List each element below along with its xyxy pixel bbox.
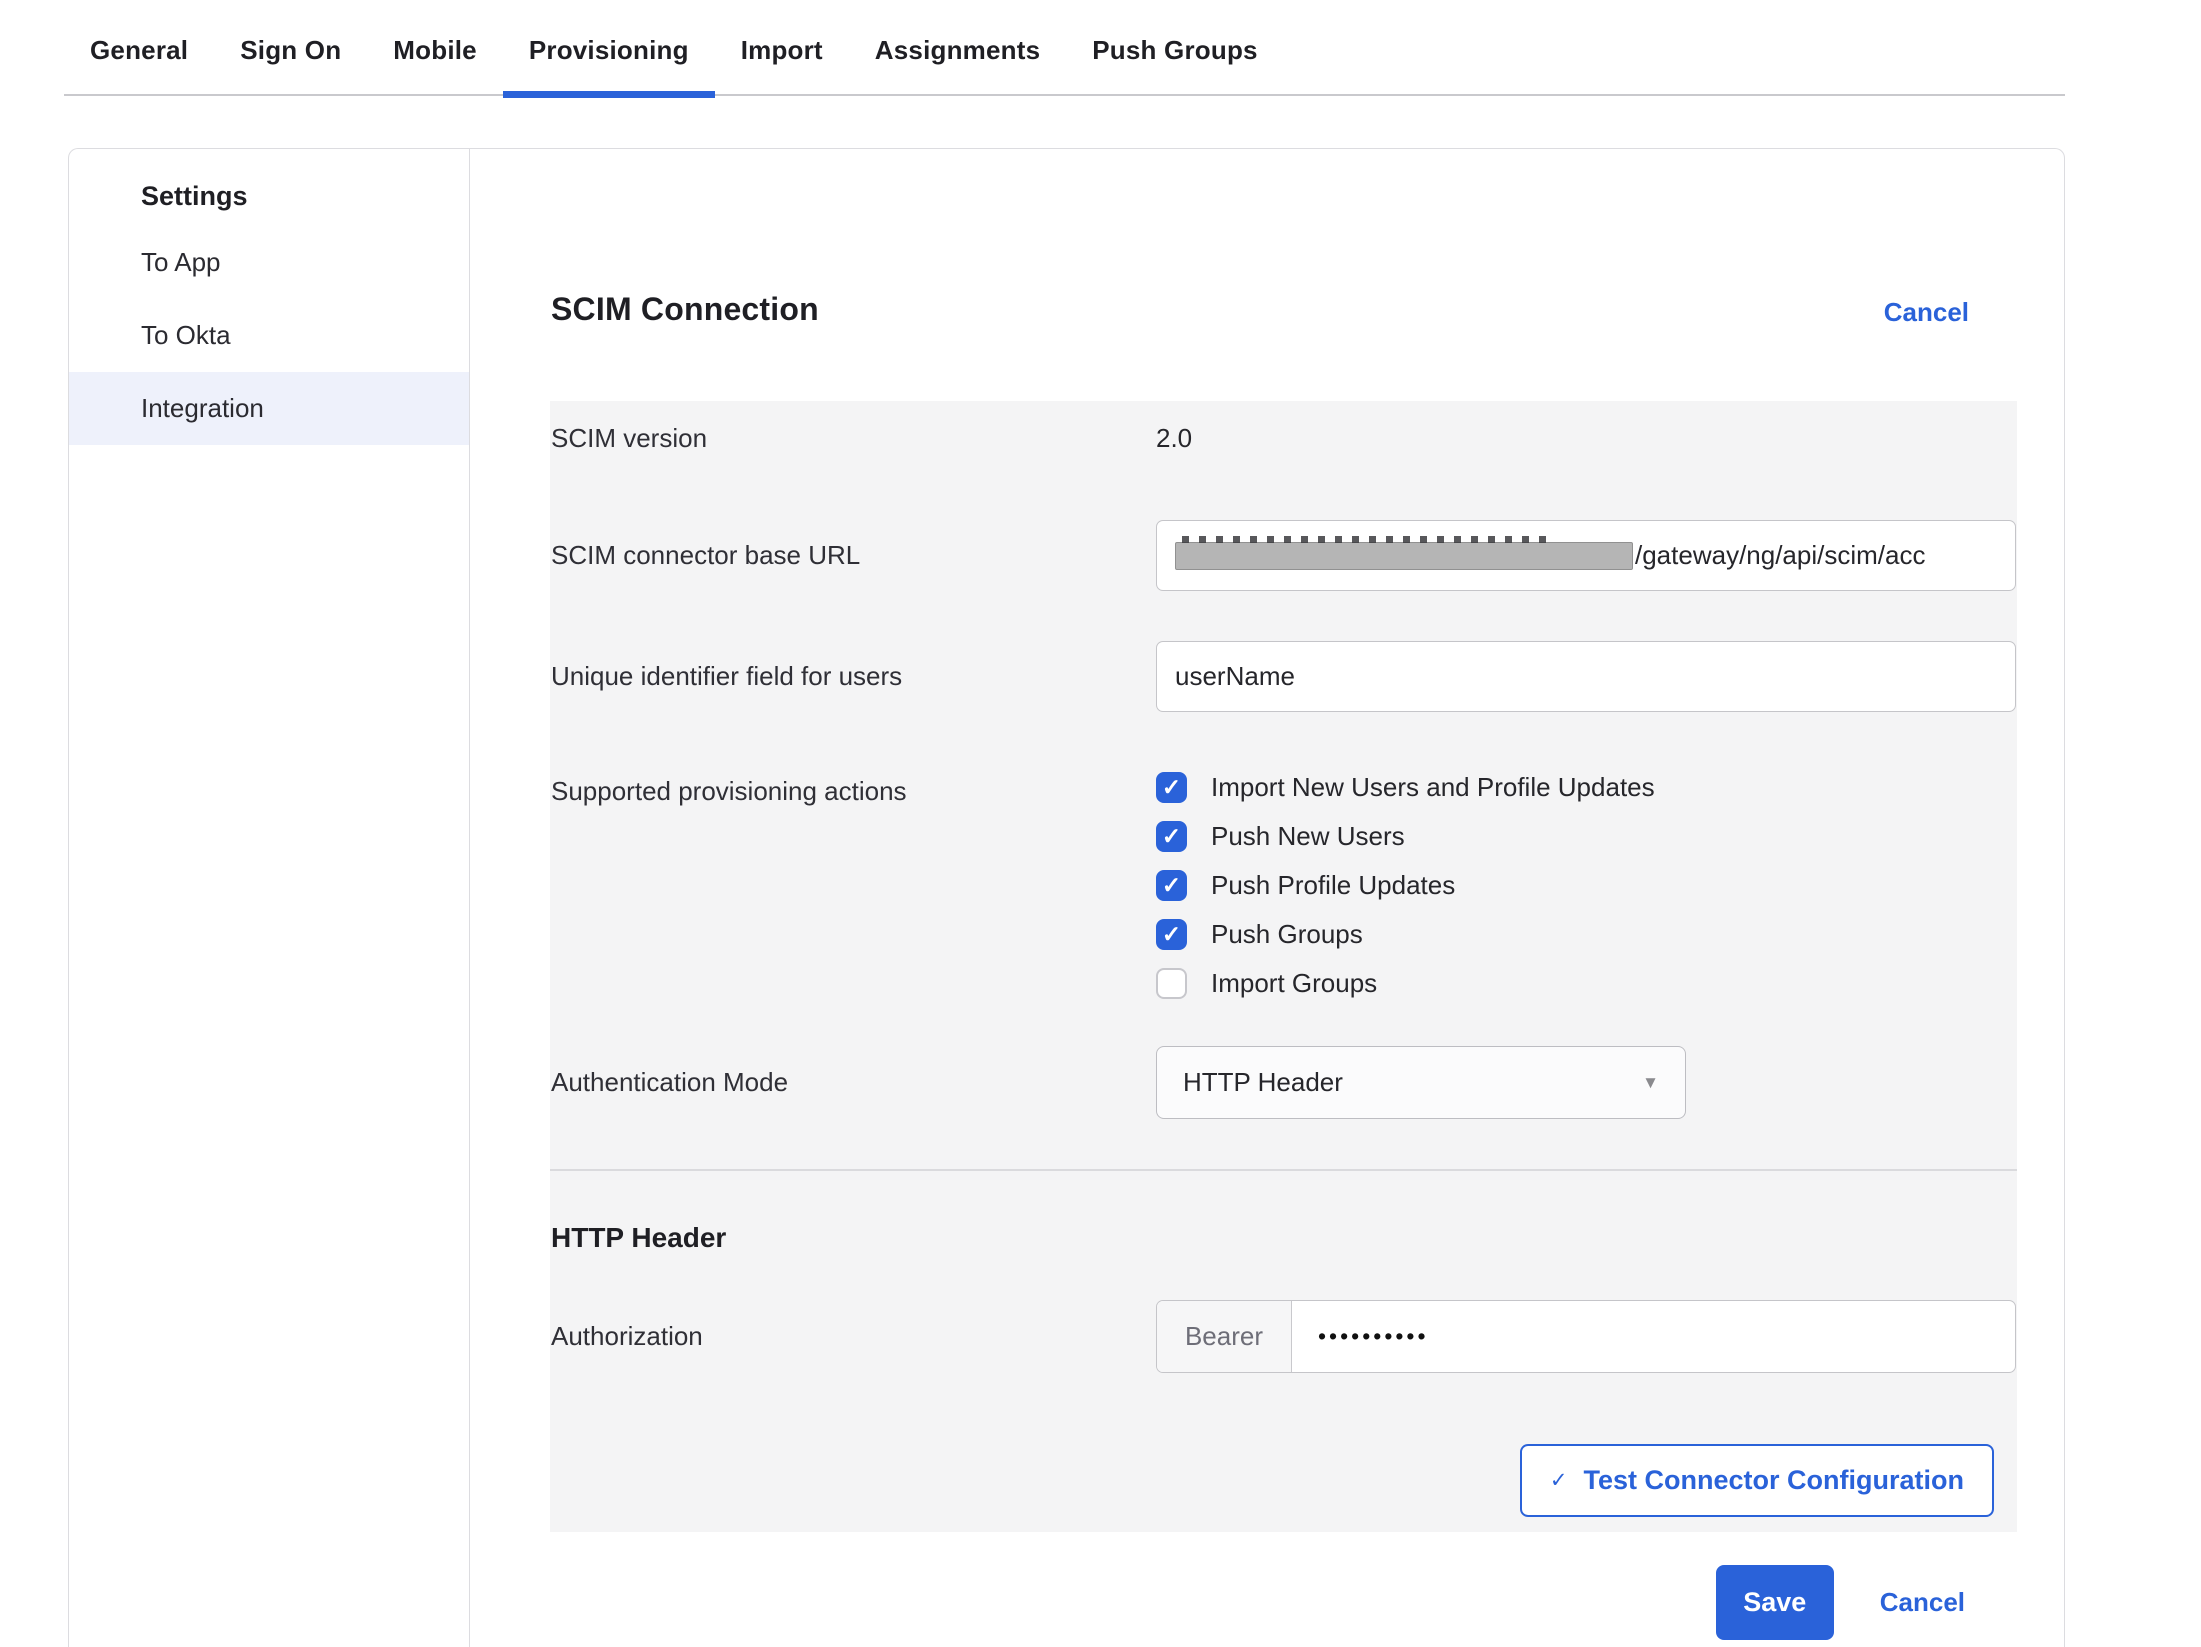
sidebar-title: Settings [69, 181, 469, 226]
checkbox-icon: ✓ [1156, 772, 1187, 803]
sidebar-item-integration[interactable]: Integration [69, 372, 469, 445]
unique-id-label: Unique identifier field for users [550, 661, 1156, 692]
bearer-prefix: Bearer [1157, 1301, 1292, 1372]
test-connector-configuration-button[interactable]: ✓ Test Connector Configuration [1520, 1444, 1994, 1517]
app-tab-bar: General Sign On Mobile Provisioning Impo… [64, 0, 2065, 96]
checkbox-icon: ✓ [1156, 870, 1187, 901]
provisioning-actions-row: Supported provisioning actions ✓ Import … [550, 772, 2017, 999]
checkbox-label: Import New Users and Profile Updates [1211, 772, 1655, 803]
auth-mode-label: Authentication Mode [550, 1067, 1156, 1098]
tab-push-groups[interactable]: Push Groups [1066, 35, 1283, 94]
checkbox-icon: ✓ [1156, 919, 1187, 950]
scim-version-value: 2.0 [1156, 423, 2017, 454]
authorization-input-group: Bearer •••••••••• [1156, 1300, 2016, 1373]
check-icon: ✓ [1162, 825, 1181, 848]
checkbox-icon: ✓ [1156, 821, 1187, 852]
unique-id-input[interactable]: userName [1156, 641, 2016, 712]
scim-version-row: SCIM version 2.0 [550, 423, 2017, 454]
section-header: SCIM Connection Cancel [470, 149, 2064, 328]
tab-sign-on[interactable]: Sign On [214, 35, 367, 94]
provisioning-actions-list: ✓ Import New Users and Profile Updates ✓… [1156, 772, 2017, 999]
checkbox-label: Push Groups [1211, 919, 1363, 950]
check-icon: ✓ [1550, 1468, 1568, 1493]
checkbox-push-groups[interactable]: ✓ Push Groups [1156, 919, 2017, 950]
check-icon: ✓ [1162, 923, 1181, 946]
authorization-row: Authorization Bearer •••••••••• [550, 1300, 2017, 1373]
tab-mobile[interactable]: Mobile [367, 35, 503, 94]
http-header-heading: HTTP Header [550, 1171, 2017, 1254]
provisioning-actions-label: Supported provisioning actions [550, 772, 1156, 807]
save-button[interactable]: Save [1716, 1565, 1834, 1640]
checkbox-push-new-users[interactable]: ✓ Push New Users [1156, 821, 2017, 852]
checkbox-import-new-users[interactable]: ✓ Import New Users and Profile Updates [1156, 772, 2017, 803]
form-footer: Save Cancel [470, 1532, 2064, 1640]
scim-version-label: SCIM version [550, 423, 1156, 454]
scim-connection-section: SCIM Connection Cancel SCIM version 2.0 … [470, 149, 2064, 1647]
sidebar-item-to-app[interactable]: To App [69, 226, 469, 299]
checkbox-label: Push New Users [1211, 821, 1405, 852]
content-panel: Settings To App To Okta Integration SCIM… [68, 148, 2065, 1647]
checkbox-icon: ✓ [1156, 968, 1187, 999]
checkbox-label: Import Groups [1211, 968, 1377, 999]
checkbox-import-groups[interactable]: ✓ Import Groups [1156, 968, 2017, 999]
checkbox-label: Push Profile Updates [1211, 870, 1455, 901]
authorization-label: Authorization [550, 1321, 1156, 1352]
unique-id-row: Unique identifier field for users userNa… [550, 641, 2017, 712]
check-icon: ✓ [1162, 874, 1181, 897]
page-title: SCIM Connection [551, 291, 819, 328]
cancel-button[interactable]: Cancel [1880, 1587, 1965, 1618]
checkbox-push-profile-updates[interactable]: ✓ Push Profile Updates [1156, 870, 2017, 901]
auth-mode-select[interactable]: HTTP Header ▼ [1156, 1046, 1686, 1119]
base-url-input[interactable]: /gateway/ng/api/scim/acc [1156, 520, 2016, 591]
tab-provisioning[interactable]: Provisioning [503, 35, 715, 94]
tab-general[interactable]: General [64, 35, 214, 94]
redacted-url-overlay [1175, 542, 1633, 570]
scim-form: SCIM version 2.0 SCIM connector base URL… [550, 401, 2017, 1532]
sidebar-item-to-okta[interactable]: To Okta [69, 299, 469, 372]
auth-mode-selected-value: HTTP Header [1183, 1067, 1343, 1098]
base-url-visible-text: /gateway/ng/api/scim/acc [1635, 540, 1925, 571]
check-icon: ✓ [1162, 776, 1181, 799]
tab-import[interactable]: Import [715, 35, 849, 94]
tab-assignments[interactable]: Assignments [849, 35, 1066, 94]
cancel-link-top[interactable]: Cancel [1884, 297, 1969, 328]
test-button-label: Test Connector Configuration [1584, 1465, 1964, 1496]
base-url-label: SCIM connector base URL [550, 540, 1156, 571]
chevron-down-icon: ▼ [1642, 1073, 1659, 1093]
authorization-token-input[interactable]: •••••••••• [1292, 1301, 2015, 1372]
auth-mode-row: Authentication Mode HTTP Header ▼ [550, 1046, 2017, 1119]
base-url-row: SCIM connector base URL /gateway/ng/api/… [550, 520, 2017, 591]
settings-sidebar: Settings To App To Okta Integration [69, 149, 470, 1647]
